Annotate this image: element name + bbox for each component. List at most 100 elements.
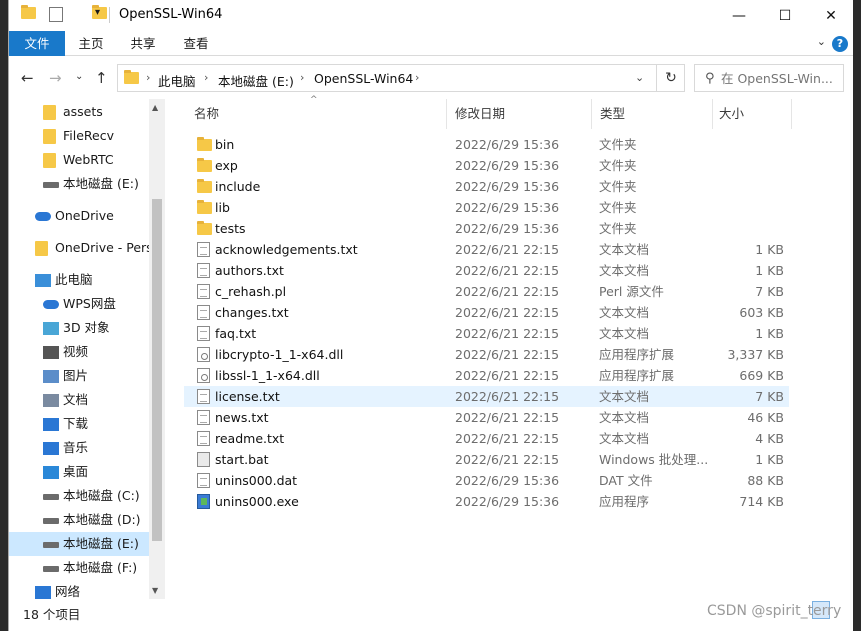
table-row[interactable]: readme.txt 2022/6/21 22:15 文本文档 4 KB (184, 428, 789, 449)
search-input[interactable] (721, 65, 841, 91)
maximize-button[interactable]: ☐ (762, 0, 808, 31)
tab-file[interactable]: 文件 (9, 31, 65, 56)
sidebar-item-label: 视频 (63, 344, 89, 359)
search-box[interactable]: ⚲ (694, 64, 844, 92)
sidebar-item[interactable]: 文档 (9, 388, 159, 412)
quick-access-dropdown-icon[interactable]: ▾ (95, 7, 100, 18)
file-size: 3,337 KB (727, 347, 784, 362)
column-size[interactable]: 大小 (701, 99, 791, 129)
table-row[interactable]: libcrypto-1_1-x64.dll 2022/6/21 22:15 应用程序… (184, 344, 789, 365)
close-button[interactable]: ✕ (808, 0, 853, 31)
address-dropdown-icon[interactable]: ⌄ (635, 71, 644, 84)
breadcrumb-separator[interactable]: › (300, 71, 304, 84)
file-date: 2022/6/21 22:15 (455, 389, 560, 404)
file-list: ^ 名称 修改日期 类型 大小 bin 2022/6/29 15:36 文件夹 exp… (167, 95, 853, 599)
sidebar-item[interactable]: 3D 对象 (9, 316, 159, 340)
table-row[interactable]: changes.txt 2022/6/21 22:15 文本文档 603 KB (184, 302, 789, 323)
drive-icon (43, 518, 59, 524)
breadcrumb-separator[interactable]: › (415, 71, 419, 84)
file-size (714, 218, 784, 239)
column-date[interactable]: 修改日期 (437, 99, 577, 129)
sidebar-item[interactable]: WebRTC (9, 148, 159, 172)
table-row[interactable]: faq.txt 2022/6/21 22:15 文本文档 1 KB (184, 323, 789, 344)
batch-file-icon (197, 452, 210, 467)
sidebar-item[interactable]: 本地磁盘 (E:) (9, 172, 159, 196)
sidebar-item[interactable]: OneDrive - Perso (9, 236, 159, 260)
breadcrumb-separator[interactable]: › (204, 71, 208, 84)
sidebar-item[interactable]: 本地磁盘 (C:) (9, 484, 159, 508)
scroll-down-icon[interactable]: ▼ (152, 586, 158, 595)
sidebar-item[interactable]: assets (9, 100, 159, 124)
table-row[interactable]: license.txt 2022/6/21 22:15 文本文档 7 KB (184, 386, 789, 407)
sidebar-item[interactable]: FileRecv (9, 124, 159, 148)
up-arrow-icon[interactable]: ↑ (95, 69, 108, 87)
breadcrumb-openssl[interactable]: OpenSSL-Win64 (314, 71, 413, 86)
file-date: 2022/6/21 22:15 (455, 326, 560, 341)
text-file-icon (197, 326, 210, 341)
table-row[interactable]: news.txt 2022/6/21 22:15 文本文档 46 KB (184, 407, 789, 428)
sidebar-item[interactable]: 本地磁盘 (F:) (9, 556, 159, 580)
sidebar-item-label: OneDrive (55, 208, 114, 223)
dll-file-icon (197, 368, 210, 383)
sidebar-item-label: OneDrive - Perso (55, 240, 159, 255)
refresh-icon[interactable]: ↻ (656, 65, 685, 91)
sidebar-item[interactable]: WPS网盘 (9, 292, 159, 316)
sidebar-item[interactable]: 本地磁盘 (E:) (9, 532, 159, 556)
table-row[interactable]: acknowledgements.txt 2022/6/21 22:15 文本文档 1… (184, 239, 789, 260)
file-name: exp (215, 158, 238, 173)
address-bar[interactable]: › 此电脑 › 本地磁盘 (E:) › OpenSSL-Win64 › ⌄ ↻ (117, 64, 685, 92)
file-type: DAT 文件 (599, 473, 653, 488)
sidebar-item[interactable]: 下载 (9, 412, 159, 436)
help-icon[interactable]: ? (832, 36, 848, 52)
sidebar-item[interactable]: OneDrive (9, 204, 159, 228)
recent-locations-icon[interactable]: ⌄ (75, 71, 83, 82)
sidebar-item[interactable]: 视频 (9, 340, 159, 364)
tab-home[interactable]: 主页 (71, 31, 111, 56)
tab-share[interactable]: 共享 (123, 31, 163, 56)
sidebar-item[interactable]: 图片 (9, 364, 159, 388)
document-icon (43, 394, 59, 407)
sidebar-item[interactable]: 网络 (9, 580, 159, 599)
minimize-button[interactable]: — (716, 0, 762, 31)
file-size: 1 KB (755, 452, 784, 467)
scroll-up-icon[interactable]: ▲ (152, 103, 158, 112)
sidebar-item[interactable]: 桌面 (9, 460, 159, 484)
nav-scrollbar[interactable]: ▲ ▼ (149, 99, 165, 599)
table-row[interactable]: lib 2022/6/29 15:36 文件夹 (184, 197, 789, 218)
folder-icon (197, 179, 212, 193)
file-name: acknowledgements.txt (215, 242, 358, 257)
scrollbar-thumb[interactable] (152, 199, 162, 541)
file-type: Perl 源文件 (599, 284, 664, 299)
breadcrumb-this-pc[interactable]: 此电脑 (158, 71, 196, 90)
expand-ribbon-icon[interactable]: ⌄ (817, 35, 826, 48)
column-name[interactable]: 名称 (176, 99, 446, 129)
sidebar-item[interactable]: 本地磁盘 (D:) (9, 508, 159, 532)
file-type: 应用程序 (599, 494, 650, 509)
folder-icon (197, 221, 212, 235)
sidebar-item-label: 本地磁盘 (C:) (63, 488, 140, 503)
text-file-icon (197, 305, 210, 320)
back-arrow-icon[interactable]: ← (21, 69, 34, 87)
folder-icon[interactable] (21, 5, 36, 19)
forward-arrow-icon[interactable]: → (49, 69, 62, 87)
file-type: 应用程序扩展 (599, 368, 675, 383)
tab-view[interactable]: 查看 (176, 31, 216, 56)
table-row[interactable]: include 2022/6/29 15:36 文件夹 (184, 176, 789, 197)
text-file-icon (197, 389, 210, 404)
table-row[interactable]: authors.txt 2022/6/21 22:15 文本文档 1 KB (184, 260, 789, 281)
table-row[interactable]: libssl-1_1-x64.dll 2022/6/21 22:15 应用程序扩展 6… (184, 365, 789, 386)
sidebar-item[interactable]: 音乐 (9, 436, 159, 460)
table-row[interactable]: bin 2022/6/29 15:36 文件夹 (184, 134, 789, 155)
sidebar-item[interactable]: 此电脑 (9, 268, 159, 292)
table-row[interactable]: tests 2022/6/29 15:36 文件夹 (184, 218, 789, 239)
table-row[interactable]: exp 2022/6/29 15:36 文件夹 (184, 155, 789, 176)
column-divider[interactable] (791, 99, 792, 129)
breadcrumb-separator[interactable]: › (146, 71, 150, 84)
table-row[interactable]: unins000.dat 2022/6/29 15:36 DAT 文件 88 KB (184, 470, 789, 491)
table-row[interactable]: c_rehash.pl 2022/6/21 22:15 Perl 源文件 7 KB (184, 281, 789, 302)
column-type[interactable]: 类型 (582, 99, 697, 129)
table-row[interactable]: unins000.exe 2022/6/29 15:36 应用程序 714 KB (184, 491, 789, 512)
breadcrumb-drive-e[interactable]: 本地磁盘 (E:) (218, 71, 294, 90)
table-row[interactable]: start.bat 2022/6/21 22:15 Windows 批处理... 1 … (184, 449, 789, 470)
properties-icon[interactable] (49, 7, 63, 22)
